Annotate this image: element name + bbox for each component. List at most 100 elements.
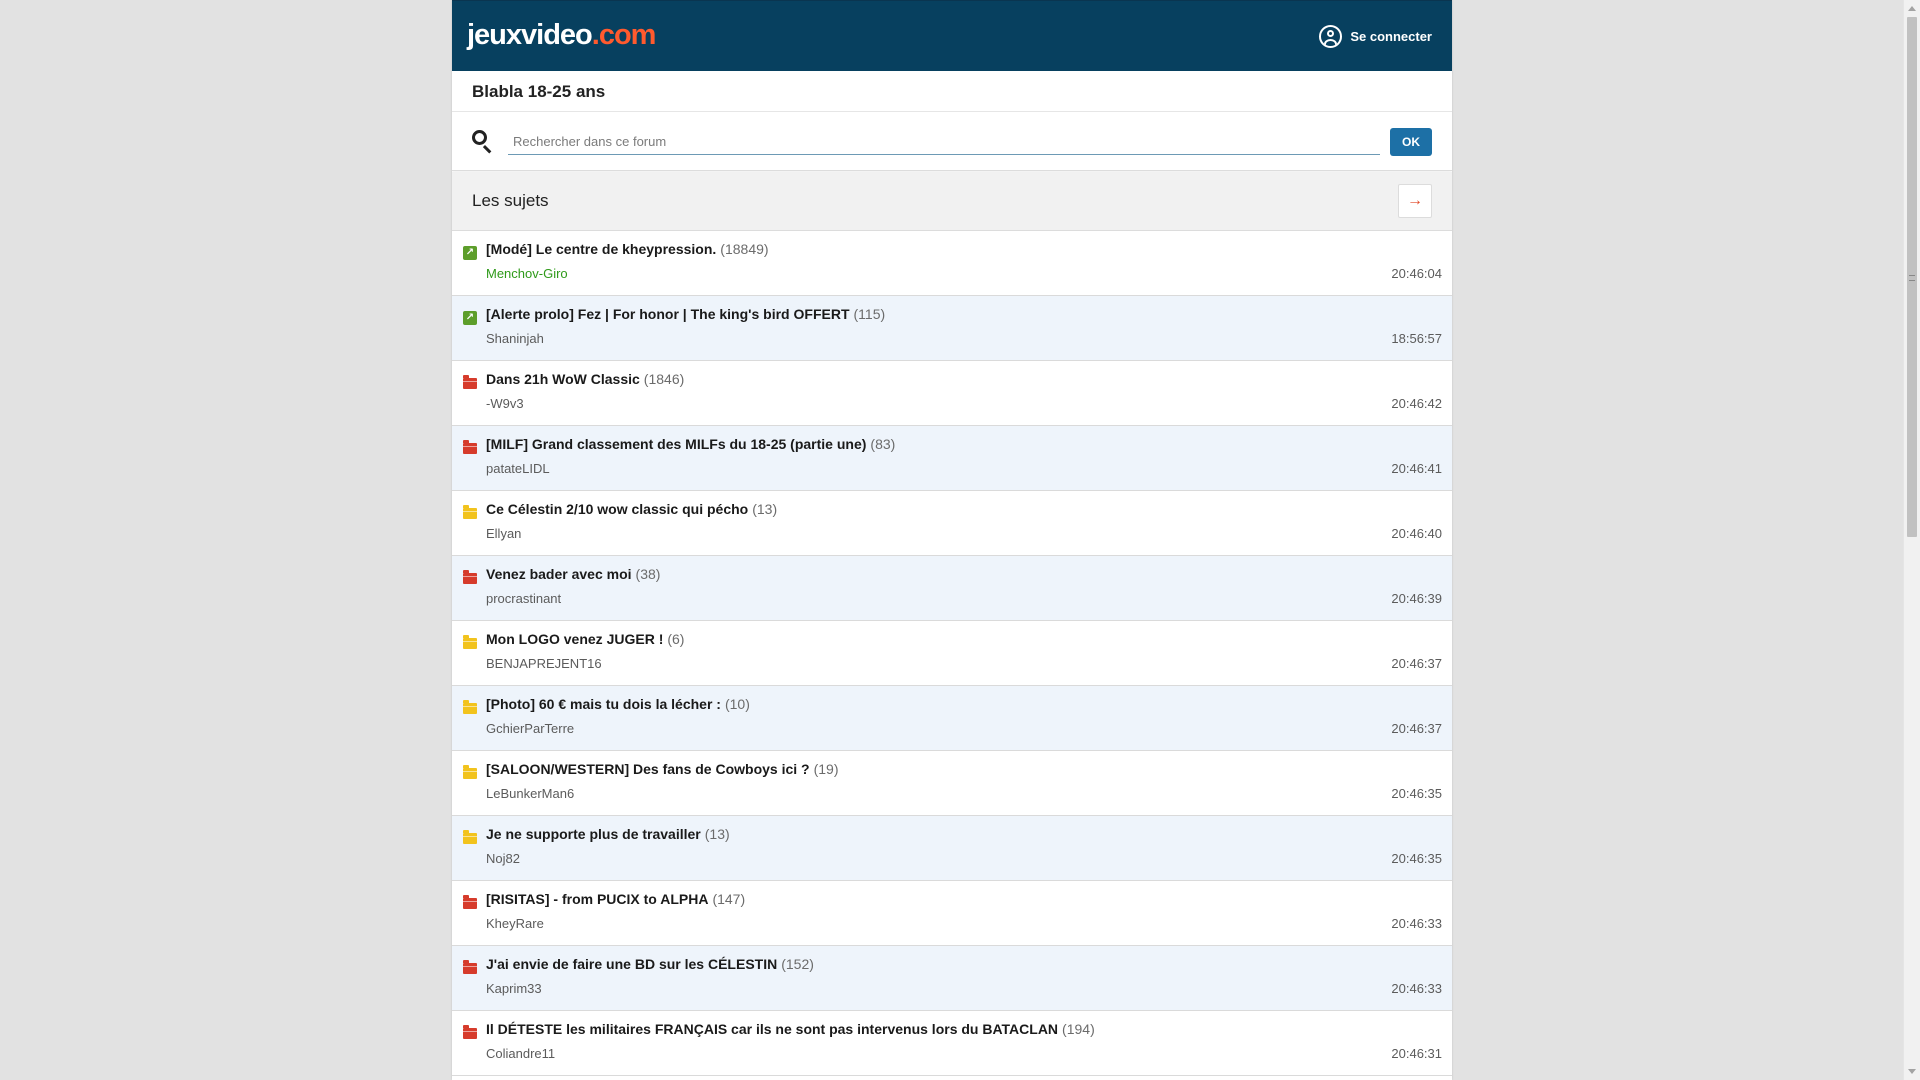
topic-row[interactable]: [Photo] 60 € mais tu dois la lécher : (10…: [452, 686, 1452, 751]
topic-author[interactable]: GchierParTerre: [486, 721, 574, 736]
topic-row[interactable]: Ce Célestin 2/10 wow classic qui pécho (1…: [452, 491, 1452, 556]
topic-row[interactable]: ↗ [Modé] Le centre de kheypression. (18849…: [452, 231, 1452, 296]
topic-last-message-time[interactable]: 20:46:04: [1391, 266, 1442, 281]
topic-title[interactable]: Je ne supporte plus de travailler (13): [486, 826, 730, 842]
topic-last-message-time[interactable]: 20:46:37: [1391, 656, 1442, 671]
search-ok-button[interactable]: OK: [1390, 128, 1432, 156]
scroll-thumb[interactable]: [1907, 17, 1917, 537]
topic-last-message-time[interactable]: 20:46:39: [1391, 591, 1442, 606]
folder-red-icon: [463, 375, 477, 389]
forum-title[interactable]: Blabla 18-25 ans: [472, 82, 605, 102]
scroll-down-icon[interactable]: [1908, 1069, 1916, 1074]
folder-red-icon: [463, 960, 477, 974]
topic-reply-count: (13): [704, 826, 730, 842]
topic-title[interactable]: [RISITAS] - from PUCIX to ALPHA (147): [486, 891, 745, 907]
folder-yellow-icon: [463, 830, 477, 844]
site-header: jeuxvideo.com Se connecter: [452, 0, 1452, 71]
topic-title[interactable]: [SALOON/WESTERN] Des fans de Cowboys ici…: [486, 761, 839, 777]
topic-last-message-time[interactable]: 18:56:57: [1391, 331, 1442, 346]
topic-row[interactable]: [RISITAS] - from PUCIX to ALPHA (147) Khey…: [452, 881, 1452, 946]
topic-author[interactable]: patateLIDL: [486, 461, 550, 476]
topic-author[interactable]: Ellyan: [486, 526, 521, 541]
search-icon: [472, 130, 492, 154]
scroll-up-icon[interactable]: [1908, 6, 1916, 11]
topic-row[interactable]: J'ai envie de faire une BD sur les CÉLES…: [452, 946, 1452, 1011]
topic-title[interactable]: [Modé] Le centre de kheypression. (18849): [486, 241, 769, 257]
topic-title-text: Ce Célestin 2/10 wow classic qui pécho: [486, 501, 749, 517]
topic-title-text: [Photo] 60 € mais tu dois la lécher :: [486, 696, 721, 712]
topic-author[interactable]: Noj82: [486, 851, 520, 866]
subjects-arrow-button[interactable]: →: [1398, 184, 1432, 218]
user-icon: [1319, 24, 1343, 48]
search-input[interactable]: [508, 129, 1380, 155]
topic-last-message-time[interactable]: 20:46:37: [1391, 721, 1442, 736]
forum-title-bar: Blabla 18-25 ans: [452, 71, 1452, 112]
topic-reply-count: (115): [853, 306, 886, 322]
topic-title-text: [Alerte prolo] Fez | For honor | The kin…: [486, 306, 850, 322]
page-scrollbar[interactable]: [1903, 0, 1920, 1080]
pin-icon: ↗: [463, 311, 477, 325]
topic-title[interactable]: [MILF] Grand classement des MILFs du 18-…: [486, 436, 895, 452]
topic-author[interactable]: LeBunkerMan6: [486, 786, 574, 801]
topic-author[interactable]: KheyRare: [486, 916, 544, 931]
topic-reply-count: (10): [724, 696, 750, 712]
topic-title[interactable]: Il DÉTESTE les militaires FRANÇAIS car i…: [486, 1021, 1095, 1037]
topic-title-text: J'ai envie de faire une BD sur les CÉLES…: [486, 956, 778, 972]
topic-title[interactable]: J'ai envie de faire une BD sur les CÉLES…: [486, 956, 814, 972]
topic-last-message-time[interactable]: 20:46:31: [1391, 1046, 1442, 1061]
topic-row[interactable]: ↗ [Alerte prolo] Fez | For honor | The ki…: [452, 296, 1452, 361]
logo-domain: .com: [591, 19, 657, 51]
topic-row[interactable]: Mon LOGO venez JUGER ! (6) BENJAPREJENT16 2…: [452, 621, 1452, 686]
topic-title[interactable]: Ce Célestin 2/10 wow classic qui pécho (1…: [486, 501, 777, 517]
topic-row[interactable]: Il DÉTESTE les militaires FRANÇAIS car i…: [452, 1011, 1452, 1076]
topic-reply-count: (19): [813, 761, 839, 777]
topic-title-text: Dans 21h WoW Classic: [486, 371, 640, 387]
topic-row[interactable]: Venez bader avec moi (38) procrastinant 20:…: [452, 556, 1452, 621]
topic-reply-count: (83): [870, 436, 896, 452]
subjects-header: Les sujets →: [452, 172, 1452, 231]
topic-last-message-time[interactable]: 20:46:33: [1391, 981, 1442, 996]
pin-icon: ↗: [463, 246, 477, 260]
scroll-grip-icon: [1909, 275, 1915, 281]
topic-title[interactable]: Venez bader avec moi (38): [486, 566, 660, 582]
topic-author[interactable]: BENJAPREJENT16: [486, 656, 602, 671]
topic-last-message-time[interactable]: 20:46:35: [1391, 786, 1442, 801]
topic-last-message-time[interactable]: 20:46:40: [1391, 526, 1442, 541]
topic-list: ↗ [Modé] Le centre de kheypression. (18849…: [452, 231, 1452, 1076]
topic-row[interactable]: Dans 21h WoW Classic (1846) -W9v3 20:46:42: [452, 361, 1452, 426]
topic-last-message-time[interactable]: 20:46:33: [1391, 916, 1442, 931]
topic-reply-count: (6): [667, 631, 685, 647]
topic-last-message-time[interactable]: 20:46:35: [1391, 851, 1442, 866]
topic-author[interactable]: Coliandre11: [486, 1046, 555, 1061]
topic-reply-count: (13): [752, 501, 778, 517]
topic-reply-count: (18849): [720, 241, 769, 257]
topic-last-message-time[interactable]: 20:46:41: [1391, 461, 1442, 476]
topic-title-text: [RISITAS] - from PUCIX to ALPHA: [486, 891, 709, 907]
topic-row[interactable]: [MILF] Grand classement des MILFs du 18-…: [452, 426, 1452, 491]
topic-title[interactable]: Dans 21h WoW Classic (1846): [486, 371, 684, 387]
topic-author[interactable]: Kaprim33: [486, 981, 542, 996]
arrow-right-icon: →: [1407, 192, 1423, 209]
topic-author[interactable]: -W9v3: [486, 396, 524, 411]
topic-title-text: Je ne supporte plus de travailler: [486, 826, 701, 842]
topic-title-text: Il DÉTESTE les militaires FRANÇAIS car i…: [486, 1021, 1059, 1037]
folder-yellow-icon: [463, 700, 477, 714]
topic-title[interactable]: Mon LOGO venez JUGER ! (6): [486, 631, 684, 647]
site-logo[interactable]: jeuxvideo.com: [467, 19, 657, 52]
forum-page: jeuxvideo.com Se connecter Blabla 18-25 …: [452, 0, 1452, 1080]
topic-author[interactable]: Menchov-Giro: [486, 266, 568, 281]
topic-author[interactable]: Shaninjah: [486, 331, 544, 346]
topic-title[interactable]: [Alerte prolo] Fez | For honor | The kin…: [486, 306, 885, 322]
topic-row[interactable]: Je ne supporte plus de travailler (13) Noj…: [452, 816, 1452, 881]
login-button[interactable]: Se connecter: [1319, 23, 1432, 49]
topic-last-message-time[interactable]: 20:46:42: [1391, 396, 1442, 411]
topic-author[interactable]: procrastinant: [486, 591, 561, 606]
login-label: Se connecter: [1350, 28, 1432, 44]
folder-red-icon: [463, 570, 477, 584]
topic-title[interactable]: [Photo] 60 € mais tu dois la lécher : (10…: [486, 696, 750, 712]
topic-reply-count: (1846): [643, 371, 685, 387]
topic-title-text: [Modé] Le centre de kheypression.: [486, 241, 717, 257]
topic-row[interactable]: [SALOON/WESTERN] Des fans de Cowboys ici…: [452, 751, 1452, 816]
folder-red-icon: [463, 440, 477, 454]
folder-yellow-icon: [463, 635, 477, 649]
